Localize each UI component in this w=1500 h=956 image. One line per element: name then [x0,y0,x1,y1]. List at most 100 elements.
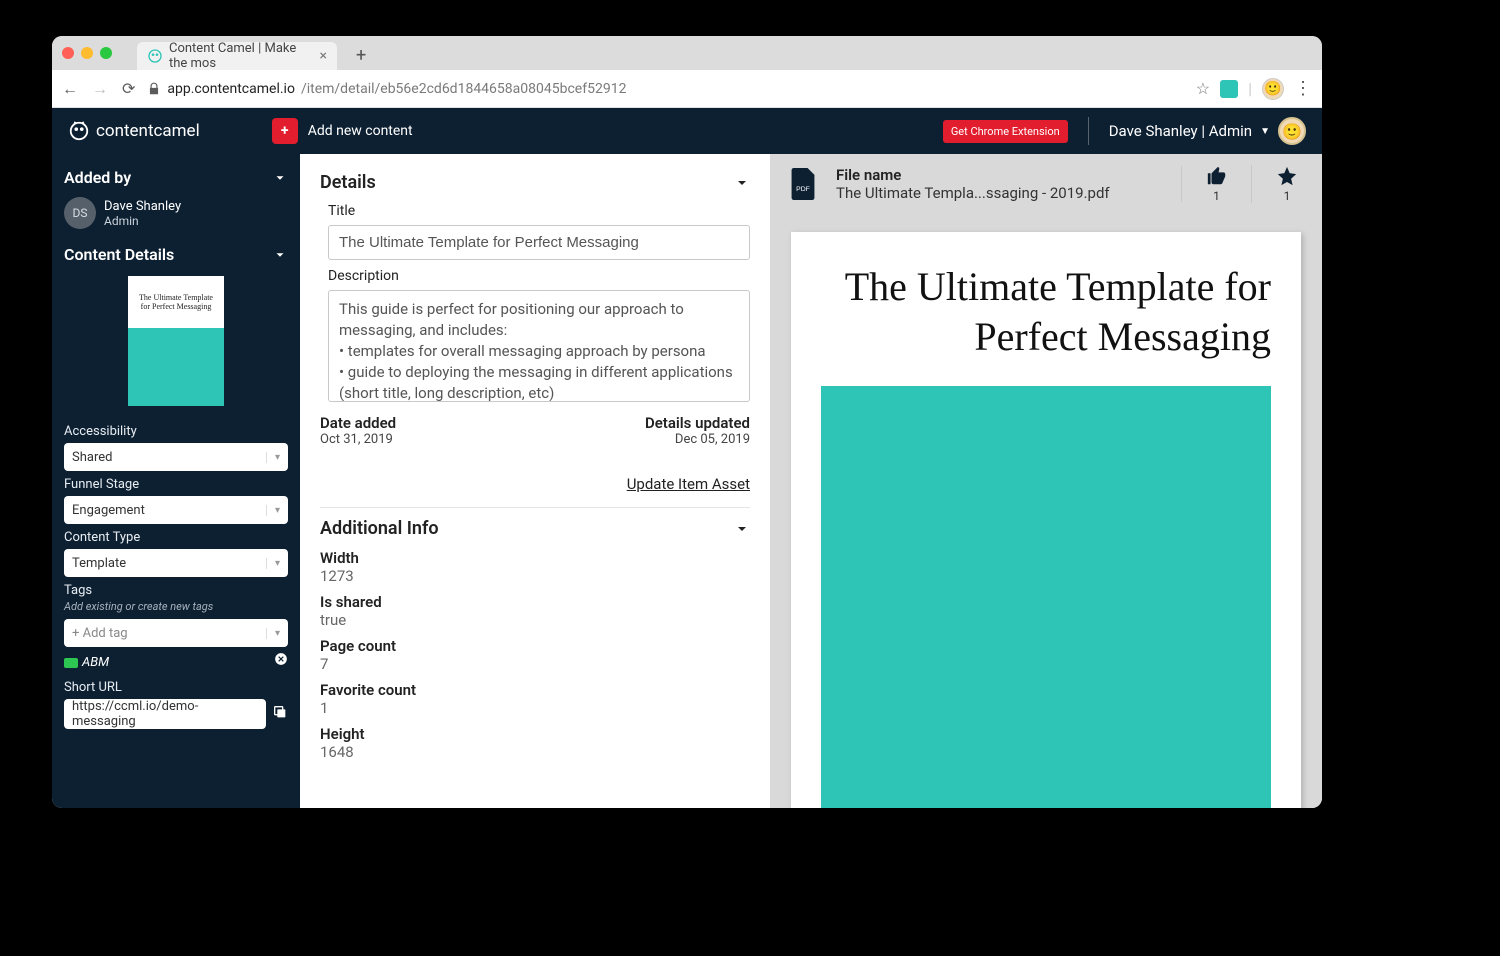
chevron-down-icon [272,247,288,263]
close-window-icon[interactable] [62,47,74,59]
tags-label: Tags [64,583,288,598]
details-section-header[interactable]: Details [320,172,750,193]
add-tag-placeholder: + Add tag [72,626,128,641]
sidebar: Added by DS Dave Shanley Admin Content D… [52,154,300,808]
maximize-window-icon[interactable] [100,47,112,59]
app-logo[interactable]: contentcamel [68,120,200,142]
get-extension-button[interactable]: Get Chrome Extension [943,120,1068,143]
logo-text: contentcamel [96,121,200,141]
favicon-icon [147,48,163,64]
tag-name: ABM [82,655,109,670]
add-tag-select[interactable]: + Add tag ▾ [64,619,288,647]
chevron-down-icon: ▾ [266,505,280,516]
tag-chip[interactable]: ABM [64,655,109,670]
tags-hint: Add existing or create new tags [64,600,288,613]
user-menu[interactable]: Dave Shanley | Admin ▼ 🙂 [1109,117,1306,145]
funnel-stage-value: Engagement [72,503,145,518]
bookmark-star-icon[interactable]: ☆ [1196,79,1210,98]
additional-info-header[interactable]: Additional Info [320,518,750,539]
funnel-stage-select[interactable]: Engagement ▾ [64,496,288,524]
chevron-down-icon [734,175,750,191]
content-type-select[interactable]: Template ▾ [64,549,288,577]
additional-info-title: Additional Info [320,518,439,539]
star-icon [1276,165,1298,187]
title-input[interactable] [328,225,750,260]
chevron-down-icon [272,170,288,186]
browser-window: Content Camel | Make the mos × + ← → ⟳ a… [52,36,1322,808]
profile-avatar-icon[interactable]: 🙂 [1262,78,1284,100]
lock-icon [147,82,161,96]
file-name-label: File name [836,166,1110,184]
document-page-body [821,386,1271,808]
preview-panel: PDF File name The Ultimate Templa...ssag… [770,154,1322,808]
caret-down-icon: ▼ [1260,126,1270,137]
user-label: Dave Shanley | Admin [1109,122,1252,140]
reload-icon[interactable]: ⟳ [122,79,135,99]
app: contentcamel + Add new content Get Chrom… [52,108,1322,808]
date-added-label: Date added [320,414,396,432]
browser-address-bar: ← → ⟳ app.contentcamel.io/item/detail/eb… [52,70,1322,108]
user-avatar-icon: 🙂 [1278,117,1306,145]
details-updated-value: Dec 05, 2019 [645,432,750,447]
thumbnail-body [128,328,224,406]
added-by-header[interactable]: Added by [64,162,288,193]
info-favcount-label: Favorite count [320,681,750,699]
tab-close-icon[interactable]: × [320,48,327,64]
chevron-down-icon: ▾ [266,628,280,639]
preview-body: The Ultimate Template for Perfect Messag… [770,214,1322,808]
back-icon[interactable]: ← [62,79,78,99]
details-updated-label: Details updated [645,414,750,432]
info-favcount-value: 1 [320,699,750,717]
copy-icon[interactable] [272,704,288,720]
remove-tag-icon[interactable] [274,652,288,666]
info-isshared-value: true [320,611,750,629]
file-name-value: The Ultimate Templa...ssaging - 2019.pdf [836,184,1110,202]
tag-color-swatch [64,658,78,668]
info-width-value: 1273 [320,567,750,585]
url-path: /item/detail/eb56e2cd6d1844658a08045bcef… [301,81,627,97]
like-cell[interactable]: 1 [1182,165,1252,203]
accessibility-value: Shared [72,450,112,465]
funnel-stage-label: Funnel Stage [64,477,288,492]
chevron-down-icon: ▾ [266,558,280,569]
title-label: Title [328,203,750,219]
like-count: 1 [1213,189,1220,203]
short-url-label: Short URL [64,680,288,695]
user-name: Dave Shanley [104,199,181,214]
browser-tab[interactable]: Content Camel | Make the mos × [137,42,337,70]
menu-icon[interactable]: ⋮ [1294,78,1312,99]
info-pagecount-value: 7 [320,655,750,673]
star-cell[interactable]: 1 [1252,165,1322,203]
file-name-cell: PDF File name The Ultimate Templa...ssag… [770,166,1182,202]
tab-title: Content Camel | Make the mos [169,41,314,71]
short-url-input[interactable]: https://ccml.io/demo-messaging [64,699,266,729]
accessibility-select[interactable]: Shared ▾ [64,443,288,471]
thumbnail-title: The Ultimate Template for Perfect Messag… [128,276,224,328]
forward-icon[interactable]: → [92,79,108,99]
content-thumbnail[interactable]: The Ultimate Template for Perfect Messag… [128,276,224,406]
document-page[interactable]: The Ultimate Template for Perfect Messag… [791,232,1301,808]
url-field[interactable]: app.contentcamel.io/item/detail/eb56e2cd… [147,81,1183,97]
svg-text:PDF: PDF [796,186,810,193]
content-details-label: Content Details [64,245,174,264]
added-by-user: DS Dave Shanley Admin [64,193,288,239]
app-header: contentcamel + Add new content Get Chrom… [52,108,1322,154]
divider [1088,117,1089,145]
extension-icon[interactable] [1220,80,1238,98]
camel-icon [68,120,90,142]
info-height-value: 1648 [320,743,750,761]
update-item-asset-link[interactable]: Update Item Asset [320,475,750,493]
content-type-label: Content Type [64,530,288,545]
content-type-value: Template [72,556,126,571]
window-controls [62,47,112,59]
star-count: 1 [1284,189,1291,203]
added-by-label: Added by [64,168,131,187]
plus-icon: + [272,118,298,144]
user-role: Admin [104,214,181,228]
content-details-header[interactable]: Content Details [64,239,288,270]
add-content-button[interactable]: + Add new content [272,118,413,144]
minimize-window-icon[interactable] [81,47,93,59]
new-tab-icon[interactable]: + [356,45,366,66]
description-textarea[interactable]: This guide is perfect for positioning ou… [328,290,750,402]
divider [320,507,750,508]
